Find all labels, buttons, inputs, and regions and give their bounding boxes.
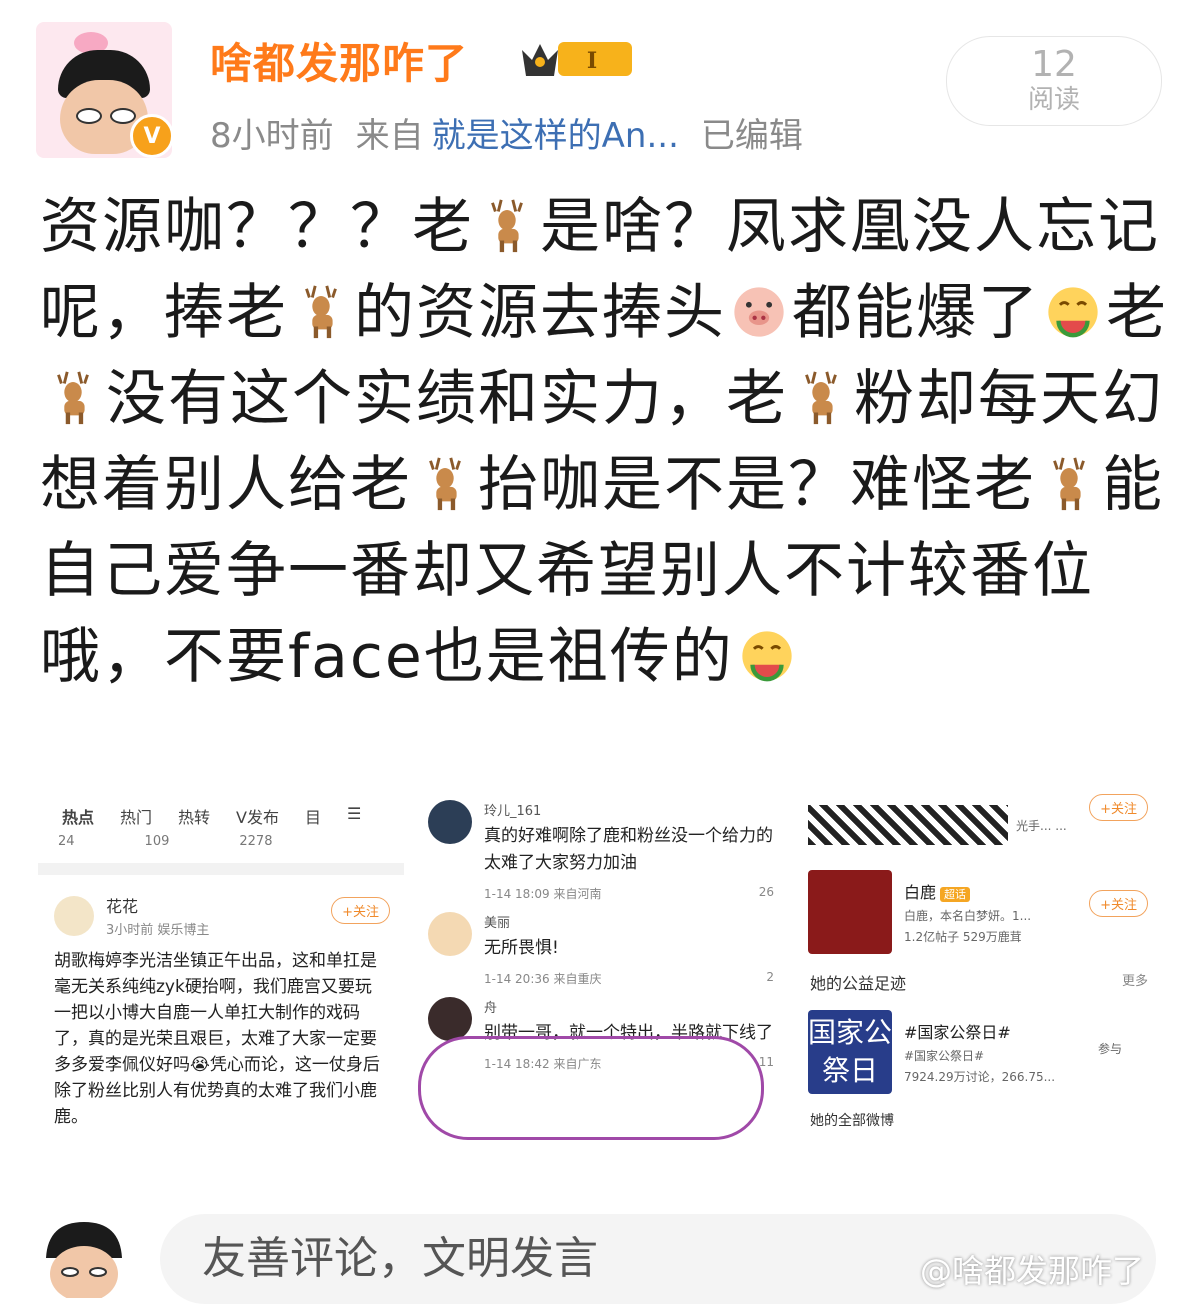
deer-emoji-icon [305, 285, 337, 339]
comment-avatar [428, 800, 472, 844]
embedded-time: 3小时前 娱乐博主 [106, 923, 210, 938]
all-posts-link: 她的全部微博 [810, 1113, 894, 1129]
comment-author: 玲儿_161 [484, 804, 542, 819]
comment-footer: 1-14 18:09 来自河南 26 [484, 885, 774, 902]
tab-hot-reposts: 热转 [178, 808, 211, 827]
supertopic-title: 白鹿 [904, 883, 937, 902]
supertopic-tag: 超话 [940, 887, 971, 902]
topic-image: 国家公祭日 [808, 1010, 892, 1094]
weibo-watermark: @啥都发那咋了 [920, 1252, 1145, 1290]
comment-text: 无所畏惧! [484, 938, 559, 958]
comment-likes: 26 [758, 885, 774, 899]
follow-button: +关注 [1089, 794, 1148, 821]
avatar-eye-left [76, 108, 102, 124]
post-content: 资源咖？？？老 是啥？凤求凰没人忘记呢，捧老 的资源去捧头 都能爆了 老没有这个实绩和实… [40, 184, 1170, 700]
topic-stats: 7924.29万讨论，266.75... [904, 1070, 1056, 1084]
pig-emoji-icon [734, 287, 784, 337]
comment-avatar [428, 912, 472, 956]
topic-action: 参与 [1097, 1042, 1122, 1056]
source-prefix: 来自 [355, 116, 424, 156]
supertopic-row: 白鹿 超话 白鹿，本名白梦妍。1... 1.2亿帖子 529万鹿茸 +关注 [796, 860, 1162, 964]
post-segment: 的资源去捧头 [354, 278, 726, 348]
comment-avatar [428, 997, 472, 1041]
embedded-screenshot-2[interactable]: 玲儿_161 真的好难啊除了鹿和粉丝没一个给力的太难了大家努力加油 1-14 1… [412, 790, 790, 1170]
post-segment: 老 [1106, 278, 1168, 348]
top-row-text: 光手... ... [1016, 818, 1067, 833]
tab-hot: 热点 [62, 808, 95, 827]
edited-label[interactable]: 已编辑 [701, 116, 803, 156]
read-count-box: 12 阅读 [946, 36, 1162, 126]
divider [38, 863, 404, 875]
tab-hot-comments: 热门 [120, 808, 153, 827]
comment-time: 1-14 18:09 来自河南 [484, 887, 602, 901]
topic-sub: #国家公祭日# [904, 1049, 985, 1063]
section-title: 她的公益足迹 [810, 974, 907, 993]
read-count: 12 [1031, 44, 1077, 85]
verified-badge-icon: V [130, 114, 174, 158]
embedded-post-header: 花花 3小时前 娱乐博主 +关注 [38, 889, 404, 942]
top-row: 光手... ... +关注 [796, 790, 1162, 860]
comment-footer: 1-14 20:36 来自重庆 2 [484, 970, 774, 987]
comment-likes: 2 [766, 970, 774, 984]
deer-emoji-icon [57, 371, 89, 425]
tab-v-posts: V发布 [236, 808, 279, 827]
embedded-avatar [54, 895, 94, 936]
comment-author: 美丽 [484, 916, 511, 931]
post-segment: 抬咖是不是？难怪老 [478, 450, 1036, 520]
follow-button: +关注 [1089, 890, 1148, 917]
deer-emoji-icon [429, 457, 461, 511]
tab-more: 目 [305, 808, 322, 827]
supertopic-stats: 1.2亿帖子 529万鹿茸 [904, 930, 1022, 944]
my-avatar[interactable] [36, 1218, 132, 1298]
deer-emoji-icon [1053, 457, 1085, 511]
embedded-screenshot-3[interactable]: 光手... ... +关注 白鹿 超话 白鹿，本名白梦妍。1... 1.2亿帖子 … [796, 790, 1162, 1170]
embedded-author: 花花 [106, 897, 139, 916]
read-label: 阅读 [1027, 85, 1080, 115]
screenshot-tabs: 热点 热门 热转 V发布 目 ☰ [38, 790, 404, 834]
stat-likes: 2278 [239, 834, 273, 849]
eating-melon-emoji-icon [742, 631, 792, 682]
comment-author: 舟 [484, 1001, 498, 1016]
comment-item: 美丽 无所畏惧! 1-14 20:36 来自重庆 2 [412, 902, 790, 987]
comment-item: 玲儿_161 真的好难啊除了鹿和粉丝没一个给力的太难了大家努力加油 1-14 1… [412, 790, 790, 902]
embedded-screenshot-1[interactable]: 热点 热门 热转 V发布 目 ☰ 24 109 2278 花花 3小时前 娱乐博… [38, 790, 404, 1170]
charity-section-title: 她的公益足迹 更多 [796, 964, 1162, 1000]
stat-comments: 109 [144, 834, 170, 849]
eating-melon-emoji-icon [1048, 287, 1098, 338]
post-meta: 8小时前 来自 就是这样的An... 已编辑 [210, 108, 825, 157]
section-more: 更多 [1121, 974, 1148, 989]
supertopic-image [808, 870, 892, 954]
avatar-eye-right [110, 108, 136, 124]
censored-pattern [808, 805, 1008, 845]
supertopic-desc: 白鹿，本名白梦妍。1... [904, 909, 1032, 923]
menu-icon: ☰ [347, 804, 362, 823]
comment-text: 真的好难啊除了鹿和粉丝没一个给力的太难了大家努力加油 [484, 826, 773, 873]
topic-title: #国家公祭日# [904, 1023, 1011, 1042]
highlight-circle [418, 1036, 764, 1140]
post-segment: 没有这个实绩和实力，老 [106, 364, 788, 434]
deer-emoji-icon [491, 199, 523, 253]
deer-emoji-icon [805, 371, 837, 425]
embedded-post-body: 胡歌梅婷李光洁坐镇正午出品，这和单扛是毫无关系纯纯zyk硬抬啊，我们鹿宫又要玩一… [54, 951, 380, 1127]
post-segment: 资源咖？？？老 [40, 192, 474, 262]
topic-row: 国家公祭日 #国家公祭日# #国家公祭日# 7924.29万讨论，266.75.… [796, 1000, 1162, 1104]
post-time: 8小时前 [210, 116, 334, 156]
vip-crown-badge-icon: I [522, 42, 632, 76]
screenshot-stats: 24 109 2278 [38, 834, 404, 849]
vip-level: I [587, 48, 597, 74]
username[interactable]: 啥都发那咋了 [210, 30, 468, 91]
follow-button: +关注 [331, 897, 390, 924]
post-segment: 都能爆了 [792, 278, 1040, 348]
source-link[interactable]: 就是这样的An... [432, 116, 679, 156]
stat-reposts: 24 [58, 834, 75, 849]
comment-time: 1-14 20:36 来自重庆 [484, 972, 602, 986]
